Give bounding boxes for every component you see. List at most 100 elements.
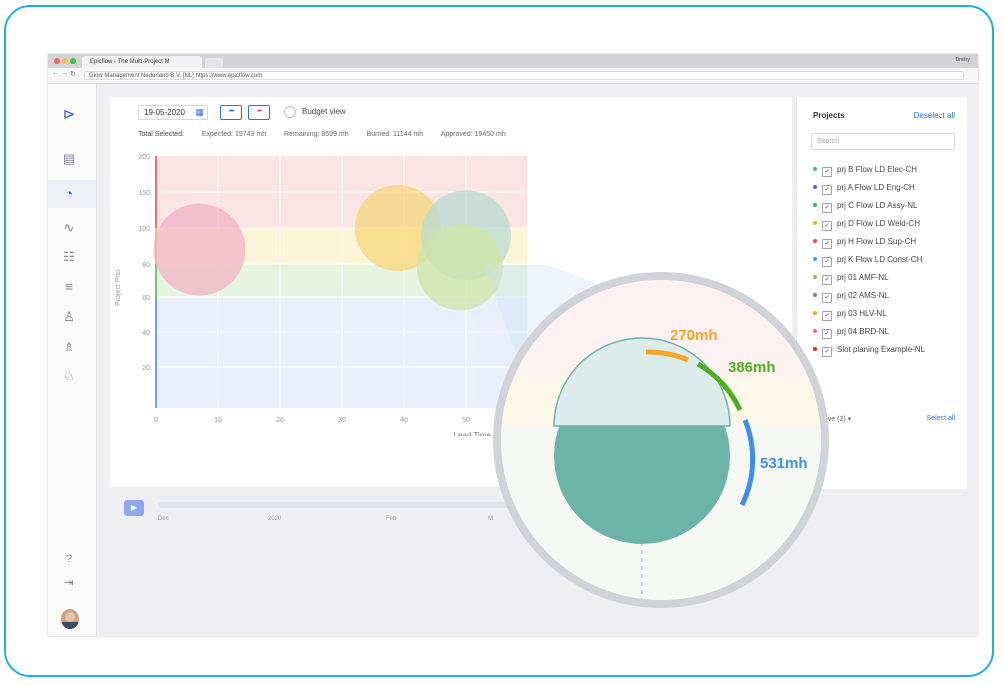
x-tick-label: 30 <box>338 417 346 424</box>
app-sidebar: ⊳ ▤ ◔ ∿ ☷ ≡ ♙ ♗ ♘ ? ⇥ <box>48 84 97 636</box>
calendar-icon[interactable]: ▦ <box>195 106 204 119</box>
project-color-dot <box>813 329 817 333</box>
project-color-dot <box>813 167 817 171</box>
color-dots-button[interactable]: ••• <box>248 105 270 120</box>
project-color-dot <box>813 203 817 207</box>
project-item[interactable]: ✓ prj H Flow LD Sup-CH <box>813 236 917 249</box>
x-tick-label: 40 <box>400 417 408 424</box>
back-icon[interactable]: ← <box>52 70 59 77</box>
project-checkbox[interactable]: ✓ <box>822 329 832 339</box>
users-icon[interactable]: ♗ <box>58 336 80 358</box>
close-dot[interactable] <box>54 58 60 64</box>
select-all-link[interactable]: Select all <box>927 415 955 422</box>
timeline-slider[interactable] <box>158 502 758 508</box>
project-label: prj A Flow LD Eng-CH <box>837 183 915 192</box>
project-label: prj 04 BRD-NL <box>837 327 890 336</box>
view-dots-label: ••• <box>228 108 234 115</box>
browser-user: Dmitry <box>955 57 970 63</box>
x-tick-label: 20 <box>276 417 284 424</box>
url-field[interactable]: Glow Management Nederland B.V. [NL] http… <box>84 71 964 80</box>
project-item[interactable]: ✓ prj 04 BRD-NL <box>813 326 890 339</box>
project-label: prj H Flow LD Sup-CH <box>837 237 917 246</box>
new-tab-button[interactable] <box>205 58 223 68</box>
minimize-dot[interactable] <box>62 58 68 64</box>
deselect-all-link[interactable]: Deselect all <box>914 111 955 120</box>
view-dots-button[interactable]: ••• <box>220 105 242 120</box>
user-icon[interactable]: ♙ <box>58 306 80 328</box>
project-label: prj K Flow LD Const-CH <box>837 255 923 264</box>
project-color-dot <box>813 257 817 261</box>
project-label: prj C Flow LD Assy-NL <box>837 201 918 210</box>
timeline-label-m: M <box>488 516 493 522</box>
address-bar: ← → ↻ Glow Management Nederland B.V. [NL… <box>48 68 978 84</box>
date-field[interactable]: 19-05-2020 ▦ <box>138 105 208 120</box>
not-active-toggle[interactable]: t active (2) ▾ <box>813 415 851 423</box>
project-label: Slot planing Example-NL <box>837 345 926 354</box>
list-icon[interactable]: ▤ <box>58 148 80 170</box>
y-tick-label: 20 <box>142 365 150 372</box>
data-bubble[interactable] <box>153 203 246 296</box>
project-color-dot <box>813 311 817 315</box>
project-color-dot <box>813 293 817 297</box>
expected-stat: Expected: 19743 mh <box>201 131 267 138</box>
logout-icon[interactable]: ⇥ <box>58 572 80 594</box>
burned-stat: Burned: 11144 mh <box>366 131 424 138</box>
project-checkbox[interactable]: ✓ <box>822 311 832 321</box>
project-item[interactable]: ✓ prj B Flow LD Elec-CH <box>813 164 918 177</box>
budget-view-label: Budget view <box>302 107 346 116</box>
y-axis-label: Project Prio <box>115 270 122 306</box>
help-icon[interactable]: ? <box>58 548 80 570</box>
x-tick-label: 0 <box>154 417 158 424</box>
search-placeholder: Search <box>817 138 840 145</box>
project-checkbox[interactable]: ✓ <box>822 221 832 231</box>
project-color-dot <box>813 347 817 351</box>
project-item[interactable]: ✓ Slot planing Example-NL <box>813 344 926 357</box>
projects-title: Projects <box>813 111 845 120</box>
project-item[interactable]: ✓ prj 02 AMS-NL <box>813 290 889 303</box>
x-axis-label: Lead Time, <box>454 431 494 436</box>
project-checkbox[interactable]: ✓ <box>822 185 832 195</box>
y-tick-label: 80 <box>142 262 150 269</box>
timeline: ▶ Dec 2020 Feb M <box>110 488 792 546</box>
play-icon: ▶ <box>130 503 138 512</box>
budget-view-toggle[interactable] <box>284 106 296 118</box>
browser-tab[interactable]: Epicflow - The Multi-Project M <box>82 56 202 68</box>
color-dots-label: ••• <box>256 108 262 115</box>
tasks-icon[interactable]: ☷ <box>58 246 80 268</box>
bell-icon[interactable]: ♘ <box>58 365 80 387</box>
reload-icon[interactable]: ↻ <box>70 70 76 78</box>
project-checkbox[interactable]: ✓ <box>822 257 832 267</box>
project-item[interactable]: ✓ prj C Flow LD Assy-NL <box>813 200 918 213</box>
project-checkbox[interactable]: ✓ <box>822 239 832 249</box>
project-color-dot <box>813 185 817 189</box>
project-label: prj B Flow LD Elec-CH <box>837 165 918 174</box>
gauge-icon[interactable]: ◔ <box>58 183 80 205</box>
projects-panel: Projects Deselect all Search ✓ prj B Flow… <box>796 97 967 489</box>
project-checkbox[interactable]: ✓ <box>822 347 832 357</box>
maximize-dot[interactable] <box>70 58 76 64</box>
project-item[interactable]: ✓ prj K Flow LD Const-CH <box>813 254 923 267</box>
forward-icon[interactable]: → <box>61 70 68 77</box>
project-checkbox[interactable]: ✓ <box>822 293 832 303</box>
project-checkbox[interactable]: ✓ <box>822 203 832 213</box>
pulse-icon[interactable]: ∿ <box>58 217 80 239</box>
logo-icon[interactable]: ⊳ <box>58 104 80 126</box>
project-checkbox[interactable]: ✓ <box>822 167 832 177</box>
data-bubble[interactable] <box>416 224 503 311</box>
avatar[interactable] <box>61 609 79 629</box>
project-search-input[interactable]: Search <box>811 133 955 150</box>
timeline-label-dec: Dec <box>158 516 169 522</box>
project-item[interactable]: ✓ prj 03 HLV-NL <box>813 308 887 321</box>
project-label: prj D Flow LD Weld-CH <box>837 219 920 228</box>
project-item[interactable]: ✓ prj D Flow LD Weld-CH <box>813 218 920 231</box>
project-checkbox[interactable]: ✓ <box>822 275 832 285</box>
tab-bar: Epicflow - The Multi-Project M Dmitry <box>48 54 978 68</box>
date-value: 19-05-2020 <box>144 108 185 117</box>
gantt-icon[interactable]: ≡ <box>58 276 80 298</box>
approved-stat: Approved: 19450 mh <box>440 131 506 138</box>
play-button[interactable]: ▶ <box>124 500 144 516</box>
y-tick-label: 60 <box>142 295 150 302</box>
project-item[interactable]: ✓ prj 01 AMF-NL <box>813 272 889 285</box>
project-item[interactable]: ✓ prj A Flow LD Eng-CH <box>813 182 915 195</box>
timeline-label-feb: Feb <box>386 516 397 522</box>
